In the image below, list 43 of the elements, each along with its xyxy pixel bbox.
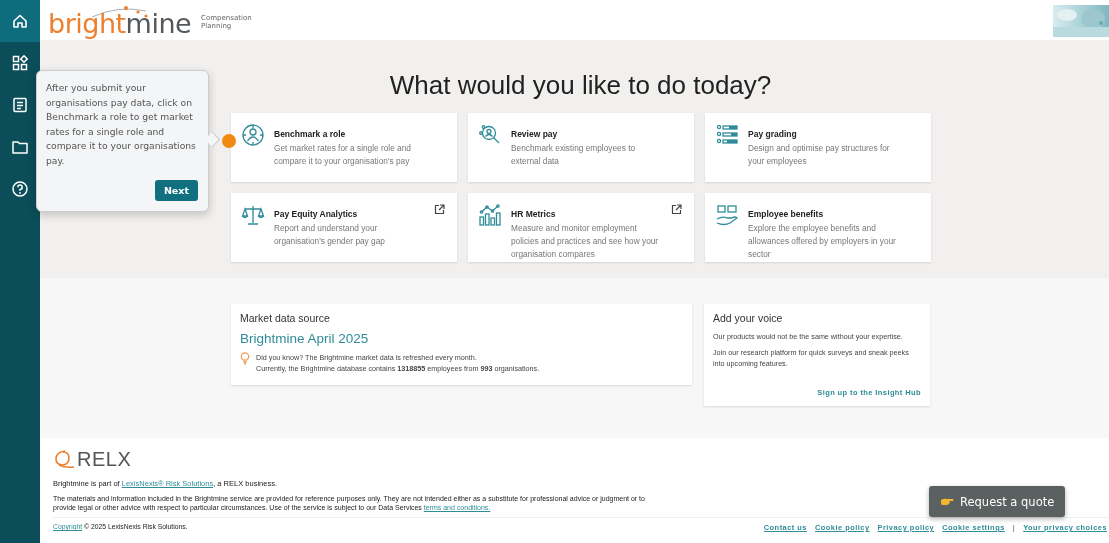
pointing-hand-icon xyxy=(940,497,954,506)
card-title: Pay grading xyxy=(748,129,797,139)
card-description: Design and optimise pay structures for your employees xyxy=(748,142,891,168)
next-button[interactable]: Next xyxy=(154,180,198,201)
folder-icon xyxy=(11,138,29,156)
card-title: HR Metrics xyxy=(511,209,556,219)
external-link-icon[interactable] xyxy=(671,204,682,215)
tooltip-text: After you submit your organisations pay data, click on Benchmark a role to get market rates for a single role and compare it to your organisations pay. xyxy=(46,81,197,168)
person-circle-icon xyxy=(241,123,265,147)
card-title: Pay Equity Analytics xyxy=(274,209,358,219)
task-card[interactable]: HR Metrics Measure and monitor employment policies and practices and see how your organisation compares xyxy=(468,193,694,262)
external-link-icon[interactable] xyxy=(434,204,445,215)
card-title: Benchmark a role xyxy=(274,129,346,139)
data-source-name: Brightmine April 2025 xyxy=(240,331,370,346)
sidebar-item[interactable] xyxy=(0,0,40,42)
hand-gifts-icon xyxy=(715,203,739,227)
task-card[interactable]: Review pay Benchmark existing employees to external data xyxy=(468,113,694,182)
lightbulb-icon xyxy=(240,352,250,365)
scales-icon xyxy=(241,203,265,227)
help-icon xyxy=(11,180,29,198)
request-quote-button[interactable]: Request a quote xyxy=(929,486,1066,517)
card-title: Market data source xyxy=(240,312,331,324)
card-description: Benchmark existing employees to external data xyxy=(511,142,637,168)
task-card[interactable]: Pay grading Design and optimise pay structures for your employees xyxy=(705,113,931,182)
document-icon xyxy=(11,96,29,114)
card-title: Review pay xyxy=(511,129,558,139)
card-description: Explore the employee benefits and allowances offered by employers in your sector xyxy=(748,222,897,261)
brightmine-logo: brightmine xyxy=(48,9,192,37)
relx-symbol-icon xyxy=(53,449,75,469)
bar-chart-icon xyxy=(478,203,502,227)
task-card[interactable]: Benchmark a role Get market rates for a single role and compare it to your organisation's pay xyxy=(231,113,457,182)
card-title: Employee benefits xyxy=(748,209,824,219)
relx-logo: RELX xyxy=(53,448,132,470)
task-card[interactable]: Employee benefits Explore the employee benefits and allowances offered by employers in your sector xyxy=(705,193,931,262)
bars-list-icon xyxy=(715,123,739,147)
card-description: Measure and monitor employment policies and practices and see how your organisation compares xyxy=(511,222,660,261)
page-heading: What would you like to do today? xyxy=(388,69,773,102)
card-description: Get market rates for a single role and compare it to your organisation's pay xyxy=(274,142,412,168)
task-card[interactable]: Pay Equity Analytics Report and understand your organisation's gender pay gap xyxy=(231,193,457,262)
card-description: Report and understand your organisation's gender pay gap xyxy=(274,222,386,248)
home-icon xyxy=(11,12,29,30)
apps-icon xyxy=(11,54,29,72)
card-title: Add your voice xyxy=(713,312,784,324)
